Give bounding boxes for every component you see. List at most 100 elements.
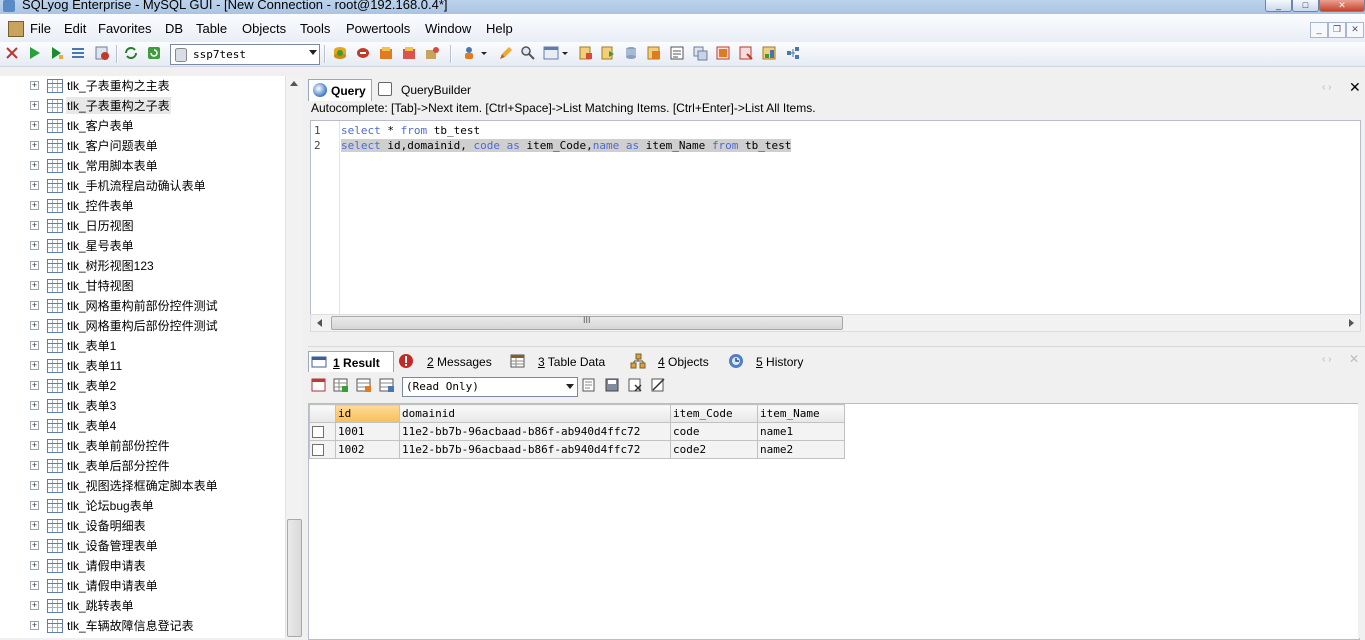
refresh-object-browser-icon[interactable] [123, 45, 139, 61]
cancel-changes-icon[interactable] [650, 377, 666, 393]
result-vertical-scrollbar[interactable] [1358, 403, 1365, 638]
scroll-right-arrow-icon[interactable] [1349, 319, 1354, 327]
menu-edit[interactable]: Edit [64, 21, 86, 36]
expand-plus-icon[interactable]: + [30, 461, 39, 470]
text-view-icon[interactable] [379, 377, 395, 393]
result-view-icon[interactable] [311, 377, 327, 393]
expand-plus-icon[interactable]: + [30, 601, 39, 610]
sync-icon[interactable] [669, 45, 685, 61]
query-profiler-icon[interactable] [785, 45, 801, 61]
expand-plus-icon[interactable]: + [30, 441, 39, 450]
tab-scroll-arrows-icon[interactable]: ‹ › [1322, 354, 1331, 365]
alter-table-icon[interactable] [401, 45, 417, 61]
menu-db[interactable]: DB [165, 21, 183, 36]
expand-plus-icon[interactable]: + [30, 381, 39, 390]
expand-plus-icon[interactable]: + [30, 141, 39, 150]
delete-rows-icon[interactable] [627, 377, 643, 393]
stop-icon[interactable] [94, 45, 110, 61]
expand-plus-icon[interactable]: + [30, 81, 39, 90]
cell-item-code[interactable]: code2 [670, 440, 758, 459]
code-line-1[interactable]: select * from tb_test [341, 124, 480, 137]
export-result-icon[interactable] [581, 377, 597, 393]
menu-favorites[interactable]: Favorites [98, 21, 151, 36]
maximize-button[interactable]: □ [1292, 0, 1319, 12]
close-result-tab-icon[interactable]: ✕ [1349, 352, 1359, 366]
scrollbar-thumb[interactable] [287, 519, 302, 637]
expand-plus-icon[interactable]: + [30, 301, 39, 310]
expand-plus-icon[interactable]: + [30, 341, 39, 350]
execute-query-icon[interactable] [26, 45, 42, 61]
column-header-id[interactable]: id [335, 404, 400, 423]
cell-item-name[interactable]: name1 [757, 422, 845, 441]
backup-icon[interactable] [623, 45, 639, 61]
mdi-close-button[interactable]: ✕ [1346, 22, 1364, 38]
code-line-2-selected[interactable]: select id,domainid, code as item_Code,na… [341, 139, 792, 152]
database-selector[interactable]: ssp7test [170, 44, 320, 65]
tab-table-data[interactable]: 3 Table Data [508, 351, 618, 371]
tab-query[interactable]: Query [308, 79, 372, 101]
cell-domainid[interactable]: 11e2-bb7b-96acbaad-b86f-ab940d4ffc72 [399, 440, 671, 459]
mdi-restore-button[interactable]: ❐ [1328, 22, 1346, 38]
cell-id[interactable]: 1001 [335, 422, 400, 441]
scheduled-jobs-icon[interactable] [715, 45, 731, 61]
drop-database-icon[interactable] [355, 45, 371, 61]
cell-domainid[interactable]: 11e2-bb7b-96acbaad-b86f-ab940d4ffc72 [399, 422, 671, 441]
refresh-icon[interactable] [146, 45, 162, 61]
save-icon[interactable] [604, 377, 620, 393]
mdi-minimize-button[interactable]: _ [1310, 22, 1328, 38]
connect-icon[interactable] [4, 45, 20, 61]
menu-file[interactable]: File [30, 21, 51, 36]
notifications-icon[interactable] [738, 45, 754, 61]
restore-icon[interactable] [646, 45, 662, 61]
expand-plus-icon[interactable]: + [30, 161, 39, 170]
manage-indexes-icon[interactable] [424, 45, 440, 61]
menu-objects[interactable]: Objects [242, 21, 286, 36]
row-checkbox[interactable] [312, 444, 324, 456]
menu-powertools[interactable]: Powertools [346, 21, 410, 36]
close-button[interactable]: ✕ [1319, 0, 1365, 12]
create-database-icon[interactable] [332, 45, 348, 61]
tab-result[interactable]: 1 Result [308, 351, 394, 372]
expand-plus-icon[interactable]: + [30, 221, 39, 230]
sql-editor[interactable]: 1 2 select * from tb_test select id,doma… [310, 120, 1361, 316]
form-view-icon[interactable] [356, 377, 372, 393]
tab-querybuilder[interactable]: QueryBuilder [374, 79, 484, 100]
cell-item-code[interactable]: code [670, 422, 758, 441]
user-manager-icon[interactable] [462, 45, 488, 61]
cell-id[interactable]: 1002 [335, 440, 400, 459]
expand-plus-icon[interactable]: + [30, 621, 39, 630]
menu-table[interactable]: Table [196, 21, 227, 36]
close-tab-icon[interactable]: ✕ [1349, 79, 1361, 96]
tab-history[interactable]: 5 History [726, 351, 816, 371]
row-checkbox-cell[interactable] [309, 440, 336, 459]
clear-icon[interactable] [498, 45, 514, 61]
expand-plus-icon[interactable]: + [30, 121, 39, 130]
grid-view-icon[interactable] [333, 377, 349, 393]
data-search-icon[interactable] [761, 45, 777, 61]
result-mode-select[interactable]: (Read Only) [402, 377, 578, 397]
minimize-button[interactable]: _ [1265, 0, 1292, 12]
export-icon[interactable] [600, 45, 616, 61]
execute-all-icon[interactable] [70, 45, 86, 61]
create-table-icon[interactable] [378, 45, 394, 61]
menu-window[interactable]: Window [425, 21, 471, 36]
tab-objects[interactable]: 4 Objects [628, 351, 718, 371]
expand-plus-icon[interactable]: + [30, 521, 39, 530]
menu-tools[interactable]: Tools [300, 21, 330, 36]
document-icon[interactable] [8, 21, 24, 37]
expand-plus-icon[interactable]: + [30, 101, 39, 110]
expand-plus-icon[interactable]: + [30, 201, 39, 210]
expand-plus-icon[interactable]: + [30, 181, 39, 190]
expand-plus-icon[interactable]: + [30, 501, 39, 510]
expand-plus-icon[interactable]: + [30, 261, 39, 270]
tab-scroll-arrows-icon[interactable]: ‹ › [1322, 82, 1331, 93]
expand-plus-icon[interactable]: + [30, 281, 39, 290]
expand-plus-icon[interactable]: + [30, 321, 39, 330]
expand-plus-icon[interactable]: + [30, 481, 39, 490]
expand-plus-icon[interactable]: + [30, 401, 39, 410]
expand-plus-icon[interactable]: + [30, 361, 39, 370]
find-icon[interactable] [520, 45, 536, 61]
schema-designer-icon[interactable] [542, 45, 570, 61]
menu-help[interactable]: Help [486, 21, 513, 36]
scroll-left-arrow-icon[interactable] [317, 319, 322, 327]
